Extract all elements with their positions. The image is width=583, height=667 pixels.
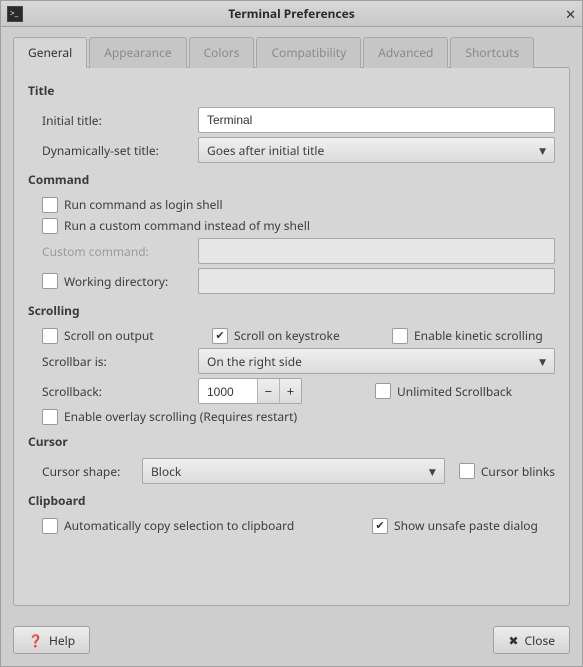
scroll-on-output-checkbox[interactable]: [42, 328, 58, 344]
custom-cmd-checkbox[interactable]: [42, 218, 58, 234]
help-button-label: Help: [49, 632, 75, 649]
tab-advanced[interactable]: Advanced: [363, 37, 448, 68]
enable-overlay-checkbox[interactable]: [42, 409, 58, 425]
autocopy-label: Automatically copy selection to clipboar…: [64, 517, 294, 534]
scrollback-increment[interactable]: +: [279, 379, 301, 403]
preferences-window: Terminal Preferences ✕ General Appearanc…: [0, 0, 583, 667]
help-button[interactable]: ❓ Help: [13, 626, 90, 654]
row-enable-overlay: Enable overlay scrolling (Requires resta…: [28, 408, 555, 425]
cursor-blinks-checkbox[interactable]: [459, 463, 475, 479]
tab-shortcuts[interactable]: Shortcuts: [450, 37, 534, 68]
dyn-title-label: Dynamically-set title:: [42, 142, 198, 159]
tab-panel-general: Title Initial title: Dynamically-set tit…: [13, 67, 570, 606]
chevron-down-icon: ▼: [539, 355, 546, 368]
working-dir-checkbox-group[interactable]: Working directory:: [42, 273, 198, 290]
chevron-down-icon: ▼: [429, 465, 436, 478]
cursor-shape-value: Block: [151, 463, 181, 480]
close-button-label: Close: [525, 632, 555, 649]
scroll-on-keystroke-label: Scroll on keystroke: [234, 327, 340, 344]
scrollback-spinner: − +: [198, 378, 302, 404]
tab-colors[interactable]: Colors: [189, 37, 255, 68]
scroll-on-keystroke-group[interactable]: Scroll on keystroke: [212, 327, 392, 344]
row-initial-title: Initial title:: [28, 107, 555, 133]
working-dir-label: Working directory:: [64, 273, 168, 290]
tab-general[interactable]: General: [13, 37, 87, 68]
scrollback-decrement[interactable]: −: [257, 379, 279, 403]
initial-title-label: Initial title:: [42, 112, 198, 129]
row-clipboard: Automatically copy selection to clipboar…: [28, 517, 555, 534]
initial-title-input[interactable]: [198, 107, 555, 133]
enable-kinetic-checkbox[interactable]: [392, 328, 408, 344]
custom-cmd-checkbox-group[interactable]: Run a custom command instead of my shell: [42, 217, 310, 234]
close-icon: ✖: [508, 632, 518, 649]
unsafe-paste-group[interactable]: Show unsafe paste dialog: [372, 517, 538, 534]
section-clipboard: Clipboard: [28, 492, 555, 509]
section-command: Command: [28, 171, 555, 188]
unlimited-scrollback-group[interactable]: Unlimited Scrollback: [375, 383, 555, 400]
login-shell-checkbox-group[interactable]: Run command as login shell: [42, 196, 223, 213]
scrollbar-is-value: On the right side: [207, 353, 302, 370]
scroll-on-keystroke-checkbox[interactable]: [212, 328, 228, 344]
close-button[interactable]: ✖ Close: [493, 626, 570, 654]
scrollback-label: Scrollback:: [42, 383, 198, 400]
unsafe-paste-label: Show unsafe paste dialog: [394, 517, 538, 534]
unlimited-scrollback-label: Unlimited Scrollback: [397, 383, 512, 400]
login-shell-checkbox[interactable]: [42, 197, 58, 213]
custom-cmd-label: Custom command:: [42, 243, 198, 260]
chevron-down-icon: ▼: [539, 144, 546, 157]
enable-kinetic-group[interactable]: Enable kinetic scrolling: [392, 327, 543, 344]
login-shell-label: Run command as login shell: [64, 196, 223, 213]
titlebar: Terminal Preferences ✕: [1, 1, 582, 27]
section-cursor: Cursor: [28, 433, 555, 450]
help-icon: ❓: [28, 632, 43, 649]
cursor-blinks-label: Cursor blinks: [481, 463, 555, 480]
unsafe-paste-checkbox[interactable]: [372, 518, 388, 534]
enable-overlay-label: Enable overlay scrolling (Requires resta…: [64, 408, 297, 425]
cursor-blinks-group[interactable]: Cursor blinks: [459, 463, 555, 480]
tab-appearance[interactable]: Appearance: [89, 37, 186, 68]
row-cursor-shape: Cursor shape: Block ▼ Cursor blinks: [28, 458, 555, 484]
row-login-shell: Run command as login shell: [28, 196, 555, 213]
autocopy-checkbox[interactable]: [42, 518, 58, 534]
section-title: Title: [28, 82, 555, 99]
terminal-icon: [7, 6, 23, 22]
enable-overlay-group[interactable]: Enable overlay scrolling (Requires resta…: [42, 408, 297, 425]
row-dyn-title: Dynamically-set title: Goes after initia…: [28, 137, 555, 163]
working-dir-checkbox[interactable]: [42, 273, 58, 289]
scrollbar-is-select[interactable]: On the right side ▼: [198, 348, 555, 374]
row-custom-cmd-cb: Run a custom command instead of my shell: [28, 217, 555, 234]
tabbar: General Appearance Colors Compatibility …: [13, 37, 570, 68]
row-working-dir: Working directory:: [28, 268, 555, 294]
dyn-title-value: Goes after initial title: [207, 142, 324, 159]
scroll-on-output-group[interactable]: Scroll on output: [42, 327, 212, 344]
dyn-title-select[interactable]: Goes after initial title ▼: [198, 137, 555, 163]
row-scrollbar-is: Scrollbar is: On the right side ▼: [28, 348, 555, 374]
custom-cmd-cb-label: Run a custom command instead of my shell: [64, 217, 310, 234]
scroll-on-output-label: Scroll on output: [64, 327, 154, 344]
enable-kinetic-label: Enable kinetic scrolling: [414, 327, 543, 344]
row-scroll-checks: Scroll on output Scroll on keystroke Ena…: [28, 327, 555, 344]
row-scrollback: Scrollback: − + Unlimited Scrollback: [28, 378, 555, 404]
cursor-shape-label: Cursor shape:: [42, 463, 142, 480]
scrollbar-is-label: Scrollbar is:: [42, 353, 198, 370]
window-title: Terminal Preferences: [1, 5, 582, 22]
autocopy-group[interactable]: Automatically copy selection to clipboar…: [42, 517, 372, 534]
row-custom-cmd-input: Custom command:: [28, 238, 555, 264]
cursor-shape-select[interactable]: Block ▼: [142, 458, 445, 484]
working-dir-input[interactable]: [198, 268, 555, 294]
footer: ❓ Help ✖ Close: [1, 616, 582, 666]
scrollback-input[interactable]: [199, 379, 257, 404]
section-scrolling: Scrolling: [28, 302, 555, 319]
unlimited-scrollback-checkbox[interactable]: [375, 383, 391, 399]
close-icon[interactable]: ✕: [565, 5, 576, 23]
custom-cmd-input[interactable]: [198, 238, 555, 264]
content: General Appearance Colors Compatibility …: [1, 27, 582, 616]
tab-compatibility[interactable]: Compatibility: [256, 37, 361, 68]
